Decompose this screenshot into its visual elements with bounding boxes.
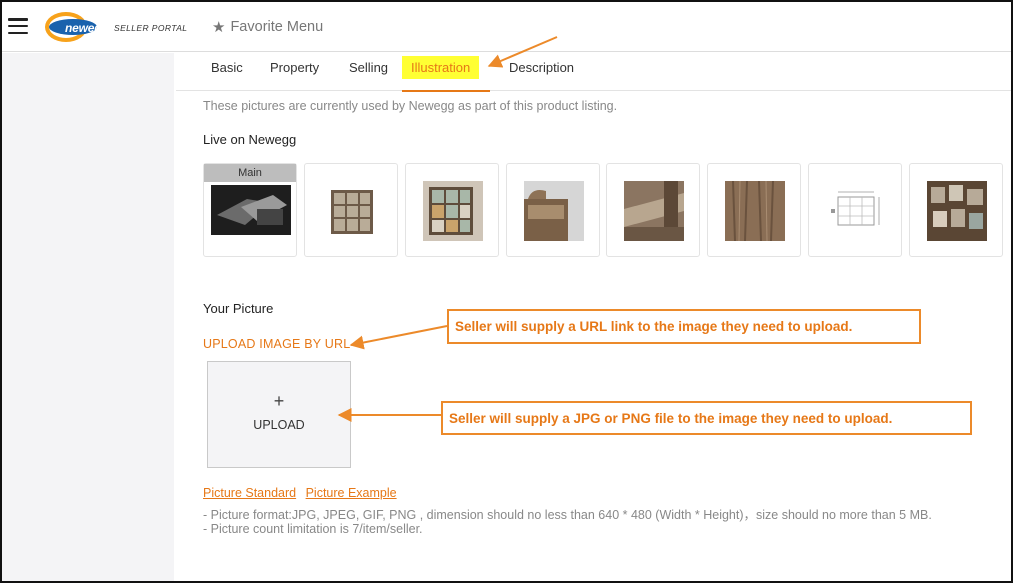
product-image: [331, 190, 373, 234]
tab-label: Description: [509, 60, 575, 75]
tab-illustration[interactable]: Illustration: [402, 53, 490, 92]
tab-label: Illustration: [402, 56, 480, 79]
tab-bar: Basic Property Selling Illustration Desc…: [176, 53, 1011, 92]
tab-basic[interactable]: Basic: [211, 53, 243, 91]
product-image: [211, 185, 291, 235]
thumbnail-3[interactable]: [405, 163, 499, 257]
product-image: [826, 181, 886, 241]
tab-label: Selling: [349, 60, 389, 75]
picture-example-link[interactable]: Picture Example: [306, 486, 397, 500]
url-callout: Seller will supply a URL link to the ima…: [447, 309, 921, 344]
thumbnail-main[interactable]: Main: [203, 163, 297, 257]
product-image: [524, 181, 584, 241]
tab-selling[interactable]: Selling: [349, 53, 388, 91]
favorite-menu[interactable]: ★ Favorite Menu: [212, 18, 323, 36]
picture-standard-link[interactable]: Picture Standard: [203, 486, 296, 500]
product-image: [624, 181, 684, 241]
tab-label: Basic: [211, 60, 243, 75]
upload-label: UPLOAD: [253, 418, 305, 432]
product-image: [725, 181, 785, 241]
thumbnail-8[interactable]: [909, 163, 1003, 257]
tab-description[interactable]: Description: [509, 53, 574, 91]
tab-property[interactable]: Property: [270, 53, 319, 91]
your-picture-title: Your Picture: [203, 301, 274, 316]
live-on-newegg-title: Live on Newegg: [203, 132, 297, 147]
product-image: [423, 181, 483, 241]
thumbnail-2[interactable]: [304, 163, 398, 257]
picture-count-note: - Picture count limitation is 7/item/sel…: [203, 522, 423, 536]
logo-portal-text: SELLER PORTAL: [114, 23, 188, 33]
picture-help-links: Picture Standard Picture Example: [203, 486, 403, 500]
upload-button[interactable]: + UPLOAD: [207, 361, 351, 468]
thumbnail-7[interactable]: [808, 163, 902, 257]
star-icon: ★: [212, 19, 226, 36]
file-callout: Seller will supply a JPG or PNG file to …: [441, 401, 972, 435]
tab-label: Property: [270, 60, 320, 75]
thumbnail-4[interactable]: [506, 163, 600, 257]
plus-icon: +: [273, 391, 285, 411]
favorite-menu-label: Favorite Menu: [230, 19, 324, 35]
thumbnail-6[interactable]: [707, 163, 801, 257]
product-image: [927, 181, 987, 241]
thumbnail-5[interactable]: [606, 163, 700, 257]
newegg-logo[interactable]: newegg SELLER PORTAL: [44, 10, 188, 44]
listing-description: These pictures are currently used by New…: [203, 99, 618, 113]
upload-image-by-url-link[interactable]: UPLOAD IMAGE BY URL: [203, 337, 350, 351]
logo-wordmark: newegg: [65, 21, 109, 35]
picture-format-note: - Picture format:JPG, JPEG, GIF, PNG , d…: [203, 508, 932, 522]
sidebar: [2, 53, 174, 581]
top-header: newegg SELLER PORTAL ★ Favorite Menu: [2, 2, 1011, 52]
menu-icon[interactable]: [8, 18, 28, 34]
main-badge: Main: [204, 164, 296, 182]
